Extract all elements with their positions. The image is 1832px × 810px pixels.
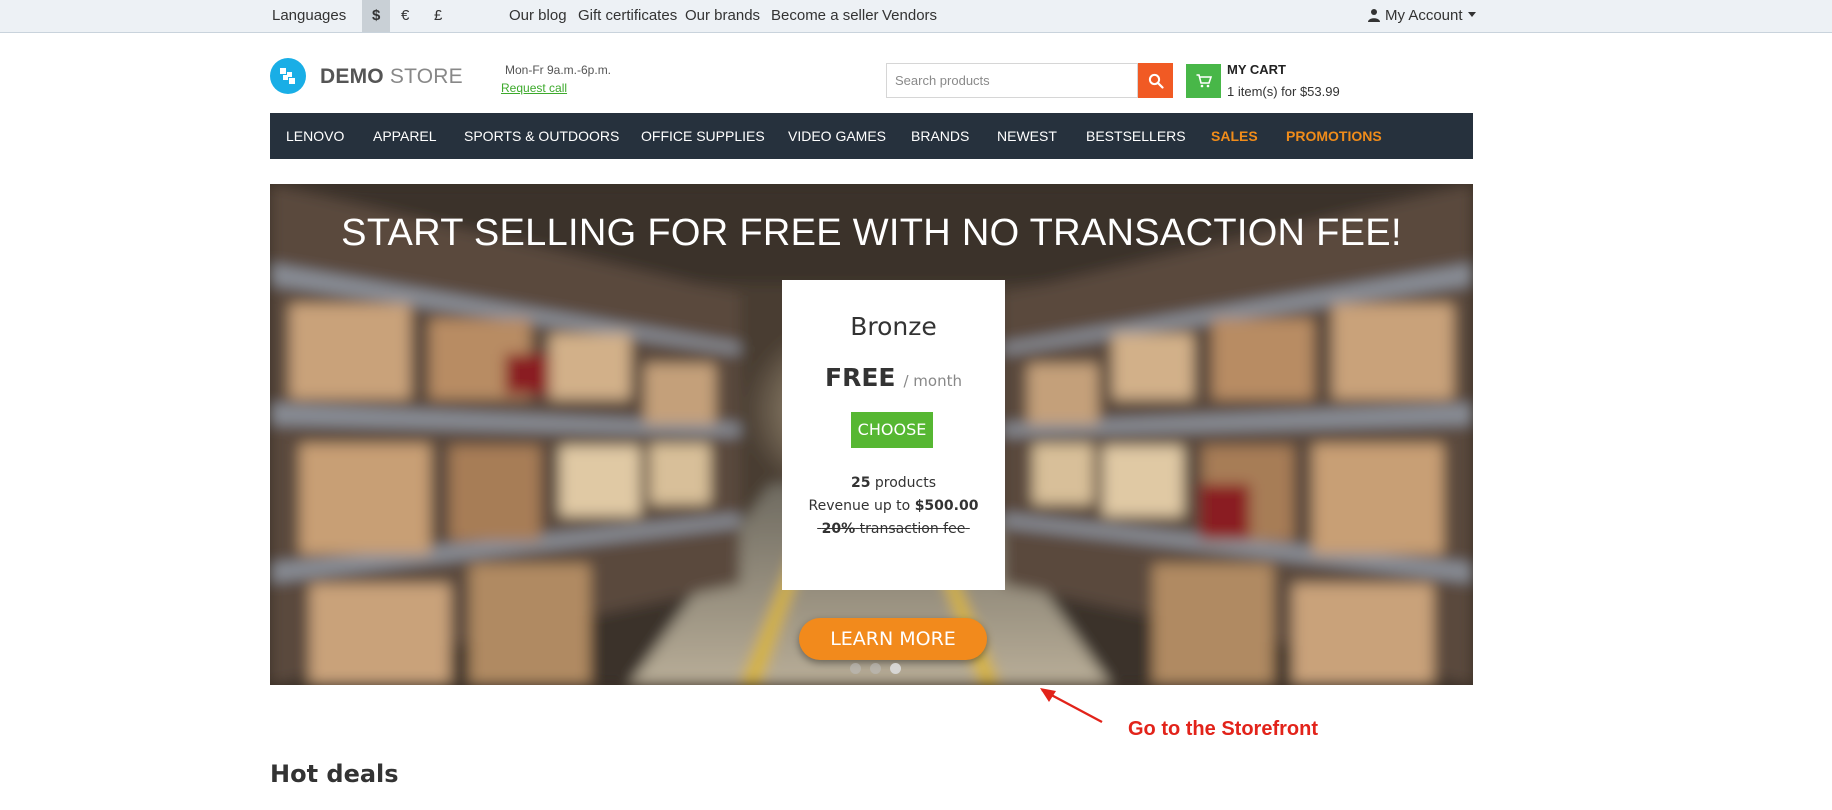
currency-usd[interactable]: $ (362, 0, 391, 32)
languages-dropdown[interactable]: Languages (272, 0, 346, 32)
choose-button[interactable]: CHOOSE (851, 412, 933, 448)
search-icon (1148, 73, 1164, 89)
cart-title[interactable]: MY CART (1227, 62, 1286, 77)
link-gift-certificates[interactable]: Gift certificates (578, 0, 677, 32)
annotation-go-to-storefront: Go to the Storefront (1128, 718, 1318, 740)
plan-fee-label: transaction fee (859, 521, 966, 537)
my-account-label: My Account (1385, 7, 1463, 24)
search-input[interactable] (886, 63, 1138, 98)
plan-name: Bronze (850, 312, 937, 341)
carousel-dot-3[interactable] (890, 663, 901, 674)
plan-revenue-value: $500.00 (914, 498, 979, 514)
plan-products: 25 products (782, 475, 1005, 491)
nav-item-promotions[interactable]: PROMOTIONS (1286, 113, 1382, 159)
user-icon (1368, 9, 1380, 22)
plan-revenue-label: Revenue up to (808, 498, 911, 514)
hero-banner[interactable]: START SELLING FOR FREE WITH NO TRANSACTI… (270, 184, 1473, 685)
search-button[interactable] (1138, 63, 1173, 98)
nav-item-office-supplies[interactable]: OFFICE SUPPLIES (641, 113, 765, 159)
store-logo-icon[interactable] (270, 58, 306, 94)
plan-revenue: Revenue up to $500.00 (782, 498, 1005, 514)
top-bar: Languages $ € £ Our blog Gift certificat… (0, 0, 1832, 33)
link-our-brands[interactable]: Our brands (685, 0, 760, 32)
hot-deals-heading: Hot deals (270, 760, 399, 788)
nav-item-bestsellers[interactable]: BESTSELLERS (1086, 113, 1186, 159)
plan-products-count: 25 (850, 475, 871, 491)
main-navigation: LENOVO APPAREL SPORTS & OUTDOORS OFFICE … (270, 113, 1473, 159)
nav-item-sports-outdoors[interactable]: SPORTS & OUTDOORS (464, 113, 619, 159)
logo-bold: DEMO (320, 65, 384, 88)
plan-price: FREE / month (782, 363, 1005, 392)
hero-title: START SELLING FOR FREE WITH NO TRANSACTI… (341, 212, 1402, 254)
store-logo-text[interactable]: DEMO STORE (320, 64, 463, 90)
learn-more-button[interactable]: LEARN MORE (799, 618, 987, 660)
my-account-dropdown[interactable]: My Account (1367, 0, 1476, 32)
link-become-seller[interactable]: Become a seller (771, 0, 879, 32)
cart-button[interactable] (1186, 64, 1221, 98)
cart-icon (1196, 74, 1212, 88)
pricing-card: Bronze FREE / month CHOOSE 25 products R… (782, 280, 1005, 590)
nav-item-sales[interactable]: SALES (1211, 113, 1258, 159)
plan-price-value: FREE (825, 363, 896, 392)
request-call-link[interactable]: Request call (501, 81, 567, 95)
nav-item-video-games[interactable]: VIDEO GAMES (788, 113, 886, 159)
currency-eur[interactable]: € (401, 0, 409, 32)
carousel-dot-1[interactable] (850, 663, 861, 674)
logo-light: STORE (389, 65, 463, 88)
carousel-dot-2[interactable] (870, 663, 881, 674)
nav-item-lenovo[interactable]: LENOVO (286, 113, 344, 159)
plan-period: / month (903, 372, 962, 390)
annotation-arrow-icon (1040, 688, 1103, 724)
working-hours: Mon-Fr 9a.m.-6p.m. (505, 63, 612, 77)
nav-item-newest[interactable]: NEWEST (997, 113, 1057, 159)
link-our-blog[interactable]: Our blog (509, 0, 567, 32)
plan-fee-value: 20% (821, 521, 856, 537)
plan-transaction-fee: 20% transaction fee (782, 521, 1005, 537)
nav-item-brands[interactable]: BRANDS (911, 113, 969, 159)
nav-item-apparel[interactable]: APPAREL (373, 113, 437, 159)
currency-gbp[interactable]: £ (434, 0, 442, 32)
chevron-down-icon (1467, 12, 1476, 17)
cart-summary[interactable]: 1 item(s) for $53.99 (1227, 84, 1340, 99)
link-vendors[interactable]: Vendors (882, 0, 937, 32)
plan-products-label: products (874, 475, 937, 491)
